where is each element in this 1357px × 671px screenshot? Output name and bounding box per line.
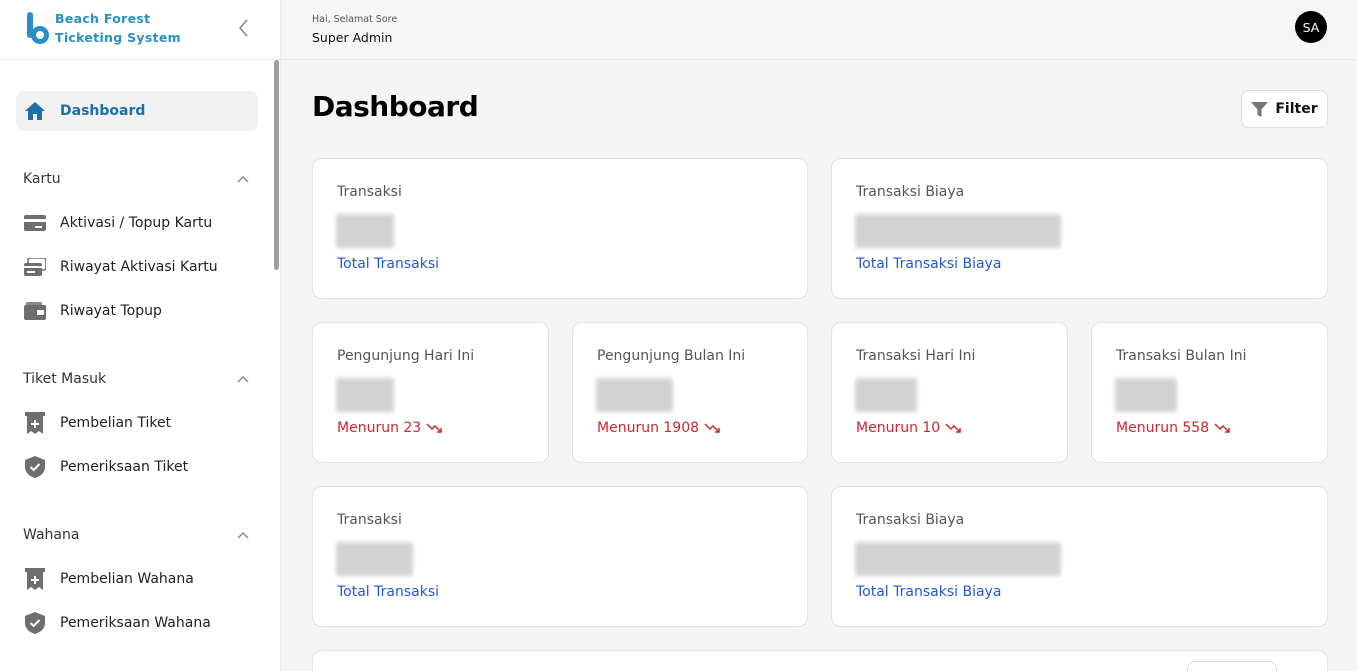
sidebar-item-label: Pembelian Tiket (60, 415, 172, 431)
trend-value: Menurun 10 (856, 420, 941, 436)
blurred-value (855, 214, 1061, 248)
filter-label: Filter (1275, 101, 1318, 117)
card-transaksi-hari-ini: Transaksi Hari Ini Menurun 10 (831, 322, 1068, 463)
logo-icon (27, 12, 49, 44)
card-label: Pengunjung Bulan Ini (597, 348, 746, 364)
sidebar-item-label: Pemeriksaan Wahana (60, 615, 211, 631)
brand-line-1: Beach Forest (55, 11, 151, 26)
sidebar-item-label: Riwayat Aktivasi Kartu (60, 259, 218, 275)
card-partial-button[interactable] (1187, 661, 1277, 671)
trend-text: Menurun 558 (1116, 420, 1232, 436)
sidebar-item-pembelian-wahana[interactable]: Pembelian Wahana (16, 559, 258, 599)
card-label: Transaksi (337, 184, 402, 200)
trend-text: Menurun 1908 (597, 420, 722, 436)
chevron-left-icon[interactable] (235, 17, 253, 39)
sidebar-item-aktivasi-topup[interactable]: Aktivasi / Topup Kartu (16, 203, 258, 243)
section-title: Wahana (23, 527, 80, 543)
filter-icon (1251, 101, 1269, 117)
page-title: Dashboard (312, 90, 479, 123)
avatar[interactable]: SA (1295, 11, 1327, 43)
blurred-value (855, 542, 1061, 576)
brand-line-2: Ticketing System (55, 30, 182, 45)
trend-value: Menurun 1908 (597, 420, 700, 436)
card-label: Pengunjung Hari Ini (337, 348, 475, 364)
card-transaksi-bulan-ini: Transaksi Bulan Ini Menurun 558 (1091, 322, 1328, 463)
sidebar-item-label: Aktivasi / Topup Kartu (60, 215, 213, 231)
card-pengunjung-bulan-ini: Pengunjung Bulan Ini Menurun 1908 (572, 322, 808, 463)
blurred-value (336, 378, 394, 412)
card-transaksi-biaya-2: Transaksi Biaya Total Transaksi Biaya (831, 486, 1328, 627)
ticket-icon (24, 568, 46, 590)
sidebar-item-label: Riwayat Topup (60, 303, 162, 319)
sidebar-scrollbar[interactable] (274, 60, 279, 270)
card-sub[interactable]: Total Transaksi (337, 256, 439, 272)
chevron-up-icon (237, 532, 249, 539)
chevron-up-icon (237, 376, 249, 383)
shield-check-icon (24, 612, 46, 634)
sidebar-item-riwayat-topup[interactable]: Riwayat Topup (16, 291, 258, 331)
trend-value: Menurun 23 (337, 420, 422, 436)
section-wahana[interactable]: Wahana (23, 524, 249, 546)
card-label: Transaksi Biaya (856, 512, 965, 528)
sidebar-item-label: Dashboard (60, 103, 146, 119)
filter-button[interactable]: Filter (1241, 90, 1328, 128)
section-tiket-masuk[interactable]: Tiket Masuk (23, 368, 249, 390)
shield-check-icon (24, 456, 46, 478)
card-transaksi-2: Transaksi Total Transaksi (312, 486, 808, 627)
section-title: Kartu (23, 171, 61, 187)
blurred-value (336, 214, 394, 248)
card-icon (24, 212, 46, 234)
trend-down-icon (945, 423, 961, 433)
ticket-icon (24, 412, 46, 434)
sidebar-item-label: Pembelian Wahana (60, 571, 194, 587)
brand: Beach Forest Ticketing System (0, 0, 280, 60)
topbar: Hai, Selamat Sore Super Admin SA (281, 0, 1357, 60)
main-content: Hai, Selamat Sore Super Admin SA Dashboa… (281, 0, 1357, 671)
trend-down-icon (1214, 423, 1230, 433)
trend-text: Menurun 23 (337, 420, 444, 436)
section-kartu[interactable]: Kartu (23, 168, 249, 190)
card-label: Transaksi Hari Ini (856, 348, 976, 364)
card-transaksi: Transaksi Total Transaksi (312, 158, 808, 299)
sidebar-item-dashboard[interactable]: Dashboard (16, 91, 258, 131)
section-title: Tiket Masuk (23, 371, 107, 387)
card-label: Transaksi (337, 512, 402, 528)
trend-value: Menurun 558 (1116, 420, 1210, 436)
card-sub[interactable]: Total Transaksi Biaya (856, 256, 1001, 272)
blurred-value (1115, 378, 1177, 412)
card-sub[interactable]: Total Transaksi Biaya (856, 584, 1001, 600)
brand-name: Beach Forest Ticketing System (55, 9, 181, 47)
card-sub[interactable]: Total Transaksi (337, 584, 439, 600)
card-label: Transaksi Biaya (856, 184, 965, 200)
sidebar-item-riwayat-aktivasi[interactable]: Riwayat Aktivasi Kartu (16, 247, 258, 287)
card-history-icon (24, 256, 46, 278)
trend-down-icon (704, 423, 720, 433)
greeting-text: Hai, Selamat Sore (312, 14, 398, 25)
card-transaksi-biaya: Transaksi Biaya Total Transaksi Biaya (831, 158, 1328, 299)
card-label: Transaksi Bulan Ini (1116, 348, 1247, 364)
wallet-icon (24, 300, 46, 322)
card-pengunjung-hari-ini: Pengunjung Hari Ini Menurun 23 (312, 322, 549, 463)
user-name: Super Admin (312, 30, 393, 45)
sidebar-item-pemeriksaan-wahana[interactable]: Pemeriksaan Wahana (16, 603, 258, 643)
blurred-value (855, 378, 917, 412)
sidebar: Beach Forest Ticketing System Dashboard … (0, 0, 281, 671)
card-partial (312, 650, 1328, 671)
trend-text: Menurun 10 (856, 420, 963, 436)
home-icon (24, 100, 46, 122)
trend-down-icon (426, 423, 442, 433)
chevron-up-icon (237, 176, 249, 183)
blurred-value (336, 542, 413, 576)
sidebar-item-label: Pemeriksaan Tiket (60, 459, 189, 475)
sidebar-item-pembelian-tiket[interactable]: Pembelian Tiket (16, 403, 258, 443)
sidebar-item-pemeriksaan-tiket[interactable]: Pemeriksaan Tiket (16, 447, 258, 487)
blurred-value (596, 378, 673, 412)
